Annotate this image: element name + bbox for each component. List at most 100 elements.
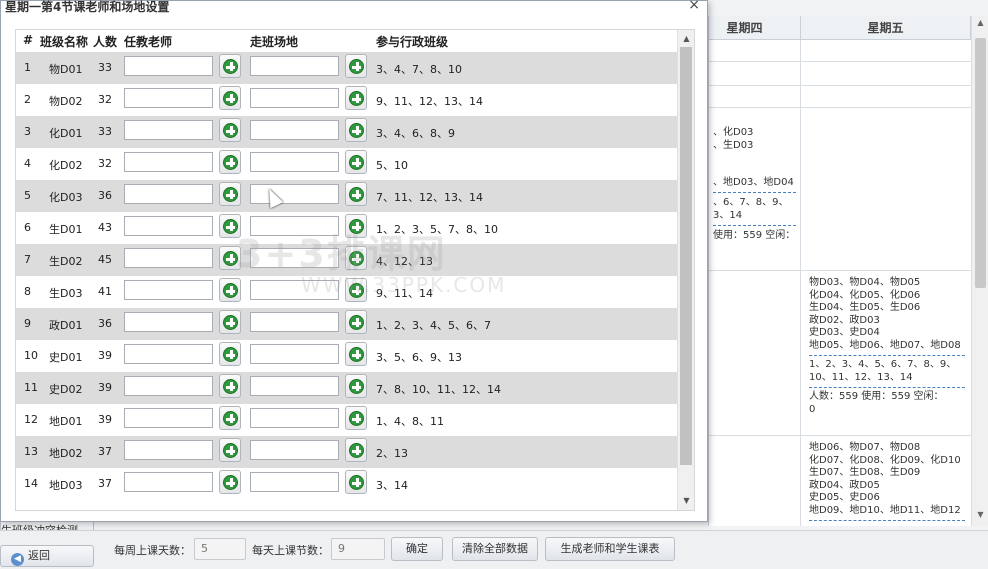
schedule-scrollbar[interactable]: ▲ ▼ [971,16,988,526]
table-row: 10 史D01 39 3、5、6、9、13 [16,340,678,372]
student-count: 36 [98,317,112,330]
venue-input[interactable] [250,152,339,172]
add-teacher-button[interactable] [219,310,241,334]
schedule-row[interactable]: 地D06、物D07、物D08 化D07、化D08、化D09、化D10 生D07、… [709,436,971,526]
teacher-input[interactable] [124,88,213,108]
student-count: 33 [98,61,112,74]
add-teacher-button[interactable] [219,118,241,142]
add-teacher-button[interactable] [219,406,241,430]
add-venue-button[interactable] [345,438,367,462]
row-index: 4 [24,157,31,170]
venue-input[interactable] [250,408,339,428]
schedule-row[interactable]: 物D03、物D04、物D05 化D04、化D05、化D06 生D04、生D05、… [709,271,971,436]
add-venue-button[interactable] [345,182,367,206]
table-row: 9 政D01 36 1、2、3、4、5、6、7 [16,308,678,340]
row-index: 12 [24,413,38,426]
add-teacher-button[interactable] [219,278,241,302]
watermark-logo: 3+3排课网 [236,232,447,276]
table-row: 4 化D02 32 5、10 [16,148,678,180]
venue-input[interactable] [250,344,339,364]
back-button[interactable]: ◀ 返回 [0,545,94,567]
scroll-up-icon[interactable]: ▲ [972,18,988,32]
teacher-input[interactable] [124,248,213,268]
teacher-input[interactable] [124,216,213,236]
add-venue-button[interactable] [345,374,367,398]
header-thursday: 星期四 [709,16,801,39]
teacher-input[interactable] [124,440,213,460]
teacher-input[interactable] [124,312,213,332]
teacher-input[interactable] [124,152,213,172]
teacher-input[interactable] [124,184,213,204]
add-venue-button[interactable] [345,54,367,78]
teacher-input[interactable] [124,472,213,492]
teacher-input[interactable] [124,280,213,300]
admin-classes: 2、13 [376,447,408,460]
class-name: 化D03 [49,191,83,204]
table-row: 13 地D02 37 2、13 [16,436,678,468]
confirm-button[interactable]: 确定 [391,537,443,561]
teacher-input[interactable] [124,120,213,140]
add-teacher-button[interactable] [219,150,241,174]
schedule-cell[interactable]: 、化D03 、生D03 、地D03、地D04 、6、7、8、9、 3、14 使用… [709,108,801,270]
student-count: 37 [98,445,112,458]
schedule-cell[interactable]: 物D03、物D04、物D05 化D04、化D05、化D06 生D04、生D05、… [801,271,971,435]
schedule-row [709,62,971,86]
teacher-input[interactable] [124,56,213,76]
venue-input[interactable] [250,312,339,332]
generate-schedule-button[interactable]: 生成老师和学生课表 [545,537,675,561]
add-venue-button[interactable] [345,470,367,494]
periods-input[interactable]: 9 [331,538,385,560]
add-venue-button[interactable] [345,150,367,174]
table-row: 14 地D03 37 3、14 [16,468,678,500]
scroll-down-icon[interactable]: ▼ [678,494,694,508]
add-teacher-button[interactable] [219,182,241,206]
teacher-input[interactable] [124,408,213,428]
close-icon[interactable]: × [688,0,700,13]
table-row: 3 化D01 33 3、4、6、8、9 [16,116,678,148]
schedule-header: 星期四 星期五 [709,16,971,40]
clear-all-button[interactable]: 清除全部数据 [452,537,538,561]
class-name: 化D02 [49,159,83,172]
add-teacher-button[interactable] [219,374,241,398]
add-teacher-button[interactable] [219,54,241,78]
add-venue-button[interactable] [345,86,367,110]
row-index: 10 [24,349,38,362]
table-row: 12 地D01 39 1、4、8、11 [16,404,678,436]
dialog-scrollbar[interactable]: ▲ ▼ [677,30,694,510]
venue-input[interactable] [250,120,339,140]
add-venue-button[interactable] [345,342,367,366]
student-count: 32 [98,157,112,170]
venue-input[interactable] [250,440,339,460]
teacher-input[interactable] [124,376,213,396]
plus-icon [223,59,238,74]
schedule-cell[interactable]: 地D06、物D07、物D08 化D07、化D08、化D09、化D10 生D07、… [801,436,971,526]
plus-icon [223,155,238,170]
add-teacher-button[interactable] [219,438,241,462]
plus-icon [349,59,364,74]
add-teacher-button[interactable] [219,342,241,366]
scroll-up-icon[interactable]: ▲ [678,32,694,46]
add-teacher-button[interactable] [219,86,241,110]
venue-input[interactable] [250,56,339,76]
scroll-thumb[interactable] [680,47,692,465]
schedule-row[interactable]: 、化D03 、生D03 、地D03、地D04 、6、7、8、9、 3、14 使用… [709,108,971,271]
row-index: 7 [24,253,31,266]
admin-classes: 1、2、3、4、5、6、7 [376,319,491,332]
add-venue-button[interactable] [345,310,367,334]
days-input[interactable]: 5 [194,538,246,560]
admin-classes: 7、8、10、11、12、14 [376,383,501,396]
add-venue-button[interactable] [345,118,367,142]
add-venue-button[interactable] [345,406,367,430]
class-name: 化D01 [49,127,83,140]
admin-classes: 7、11、12、13、14 [376,191,483,204]
add-teacher-button[interactable] [219,470,241,494]
venue-input[interactable] [250,472,339,492]
row-index: 5 [24,189,31,202]
teacher-input[interactable] [124,344,213,364]
venue-input[interactable] [250,376,339,396]
plus-icon [223,187,238,202]
venue-input[interactable] [250,88,339,108]
row-index: 2 [24,93,31,106]
scroll-down-icon[interactable]: ▼ [972,510,988,524]
plus-icon [349,443,364,458]
